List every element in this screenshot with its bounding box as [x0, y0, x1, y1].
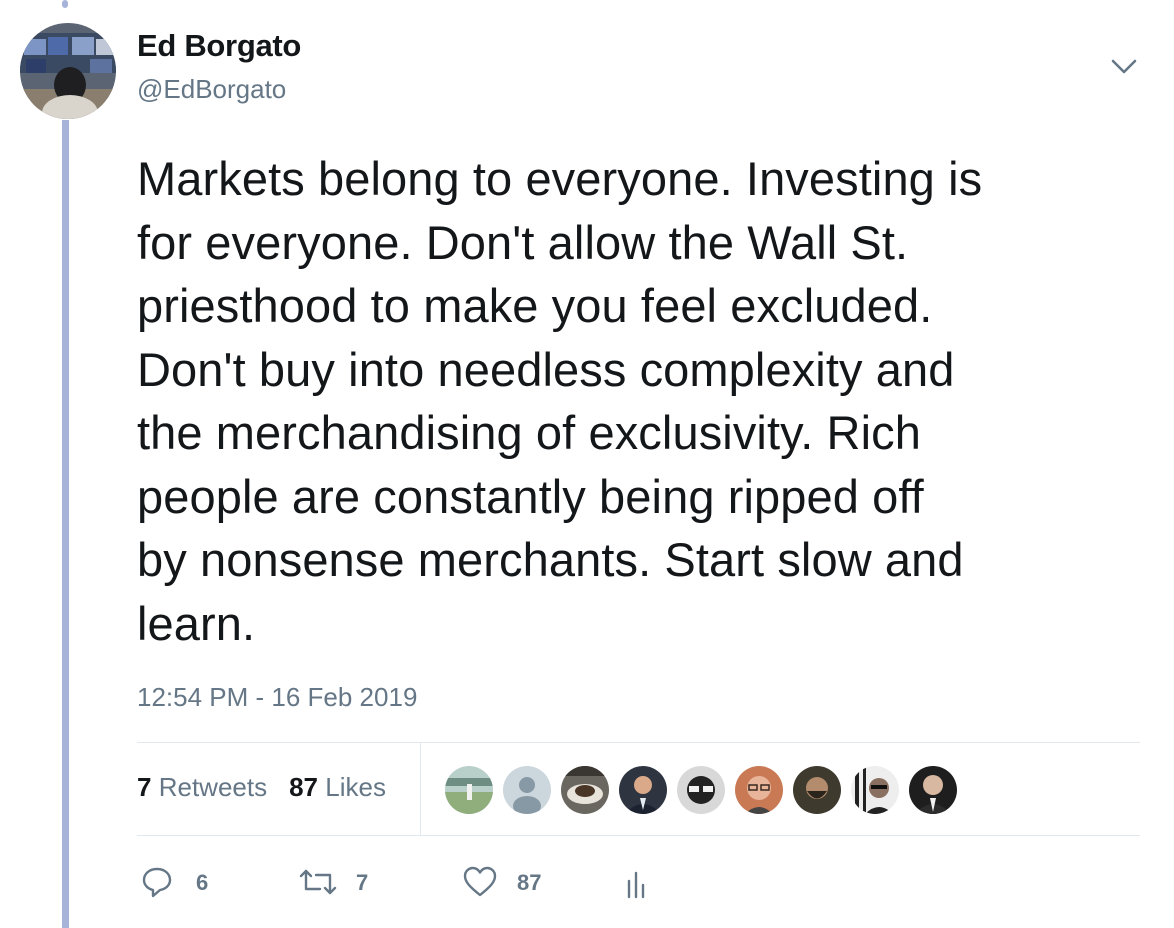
profile-photo-icon — [20, 23, 116, 119]
liker-avatar[interactable] — [792, 765, 842, 815]
avatar-beach-icon — [445, 766, 493, 814]
avatar-man-suit-icon — [619, 766, 667, 814]
avatar-sunglasses-bw-icon — [851, 766, 899, 814]
avatar-coffee-icon — [561, 766, 609, 814]
avatar-bald-man-suit-icon — [909, 766, 957, 814]
like-count: 87 — [517, 870, 542, 895]
author-avatar[interactable] — [20, 23, 116, 119]
analytics-icon — [627, 871, 645, 899]
heart-icon — [463, 866, 497, 897]
likes-stat[interactable]: 87 Likes — [289, 772, 386, 802]
liker-avatar[interactable] — [734, 765, 784, 815]
liker-avatar[interactable] — [560, 765, 610, 815]
retweet-icon — [299, 869, 337, 895]
liker-avatar[interactable] — [908, 765, 958, 815]
avatar-bw-glasses-icon — [677, 766, 725, 814]
liker-avatar[interactable] — [850, 765, 900, 815]
retweet-count: 7 — [356, 870, 369, 895]
thread-line-top — [62, 0, 68, 8]
avatar-default-icon — [503, 766, 551, 814]
more-options-button[interactable] — [1110, 56, 1138, 78]
chevron-down-icon — [1111, 59, 1137, 74]
retweets-stat-label: Retweets — [158, 772, 268, 802]
stats-divider-bottom — [137, 835, 1140, 836]
author-display-name[interactable]: Ed Borgato — [137, 28, 301, 64]
tweet-timestamp[interactable]: 12:54 PM - 16 Feb 2019 — [137, 682, 417, 713]
likes-stat-count: 87 — [289, 772, 319, 802]
retweets-stat-count: 7 — [137, 772, 152, 802]
author-handle[interactable]: @EdBorgato — [137, 74, 286, 105]
stats-divider-top — [137, 742, 1140, 743]
engagement-stats: 7 Retweets 87 Likes — [137, 772, 386, 803]
liker-avatar[interactable] — [618, 765, 668, 815]
avatar-man-glasses-icon — [735, 766, 783, 814]
tweet-text: Markets belong to everyone. Investing is… — [137, 152, 983, 650]
liker-avatar[interactable] — [502, 765, 552, 815]
liker-avatar[interactable] — [676, 765, 726, 815]
stats-divider-vertical — [420, 743, 421, 835]
reply-count: 6 — [196, 870, 209, 895]
liker-avatar[interactable] — [444, 765, 494, 815]
likes-stat-label: Likes — [325, 772, 386, 802]
thread-connector-line — [62, 120, 69, 928]
reply-icon — [142, 867, 172, 898]
avatar-bearded-man-icon — [793, 766, 841, 814]
retweets-stat[interactable]: 7 Retweets — [137, 772, 267, 802]
